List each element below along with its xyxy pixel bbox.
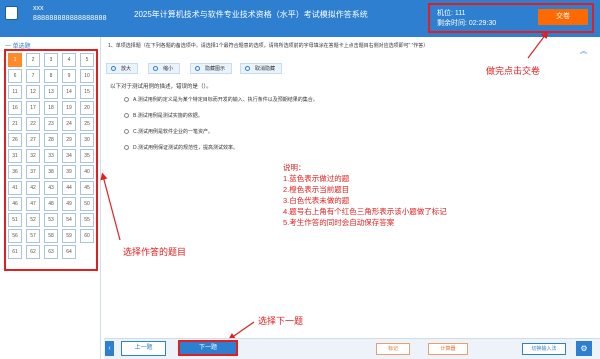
- collapse-left-icon[interactable]: ‹: [105, 341, 114, 356]
- arrow-to-submit: [527, 31, 549, 59]
- calculator-button[interactable]: 计算器: [428, 343, 468, 355]
- input-method-button[interactable]: 切换输入法: [522, 343, 566, 355]
- next-question-button[interactable]: 下一题: [178, 340, 238, 356]
- arrow-to-next: [228, 321, 255, 341]
- annotation-arrows: [100, 31, 549, 341]
- settings-icon[interactable]: ⚙: [576, 341, 592, 356]
- arrow-to-grid: [100, 172, 121, 241]
- prev-question-button[interactable]: 上一题: [121, 341, 166, 356]
- mark-button[interactable]: 标记: [376, 343, 410, 355]
